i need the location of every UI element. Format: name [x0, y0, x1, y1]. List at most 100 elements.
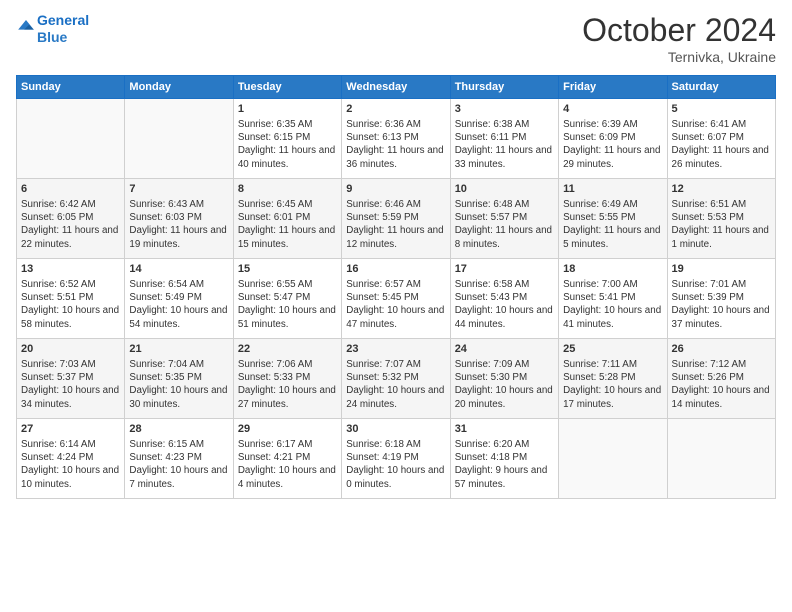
- day-number: 7: [129, 182, 228, 197]
- day-data: Sunrise: 6:18 AMSunset: 4:19 PMDaylight:…: [346, 438, 445, 491]
- day-number: 30: [346, 422, 445, 437]
- day-number: 8: [238, 182, 337, 197]
- day-number: 3: [455, 102, 554, 117]
- day-data: Sunrise: 6:55 AMSunset: 5:47 PMDaylight:…: [238, 278, 337, 331]
- logo-line1: General: [37, 12, 89, 28]
- calendar-week-4: 20Sunrise: 7:03 AMSunset: 5:37 PMDayligh…: [17, 339, 776, 419]
- weekday-header-friday: Friday: [559, 76, 667, 99]
- calendar-cell: 21Sunrise: 7:04 AMSunset: 5:35 PMDayligh…: [125, 339, 233, 419]
- day-number: 1: [238, 102, 337, 117]
- calendar-cell: 7Sunrise: 6:43 AMSunset: 6:03 PMDaylight…: [125, 179, 233, 259]
- calendar-table: SundayMondayTuesdayWednesdayThursdayFrid…: [16, 75, 776, 499]
- day-data: Sunrise: 7:06 AMSunset: 5:33 PMDaylight:…: [238, 358, 337, 411]
- calendar-cell: 11Sunrise: 6:49 AMSunset: 5:55 PMDayligh…: [559, 179, 667, 259]
- day-number: 2: [346, 102, 445, 117]
- day-data: Sunrise: 7:04 AMSunset: 5:35 PMDaylight:…: [129, 358, 228, 411]
- calendar-week-5: 27Sunrise: 6:14 AMSunset: 4:24 PMDayligh…: [17, 419, 776, 499]
- calendar-week-2: 6Sunrise: 6:42 AMSunset: 6:05 PMDaylight…: [17, 179, 776, 259]
- day-number: 20: [21, 342, 120, 357]
- day-data: Sunrise: 6:57 AMSunset: 5:45 PMDaylight:…: [346, 278, 445, 331]
- day-number: 6: [21, 182, 120, 197]
- calendar-cell: 20Sunrise: 7:03 AMSunset: 5:37 PMDayligh…: [17, 339, 125, 419]
- calendar-body: 1Sunrise: 6:35 AMSunset: 6:15 PMDaylight…: [17, 99, 776, 499]
- day-number: 26: [672, 342, 771, 357]
- day-data: Sunrise: 6:35 AMSunset: 6:15 PMDaylight:…: [238, 118, 337, 171]
- calendar-cell: [559, 419, 667, 499]
- day-data: Sunrise: 6:42 AMSunset: 6:05 PMDaylight:…: [21, 198, 120, 251]
- calendar-cell: 4Sunrise: 6:39 AMSunset: 6:09 PMDaylight…: [559, 99, 667, 179]
- calendar-cell: 19Sunrise: 7:01 AMSunset: 5:39 PMDayligh…: [667, 259, 775, 339]
- day-number: 16: [346, 262, 445, 277]
- day-number: 4: [563, 102, 662, 117]
- calendar-cell: 24Sunrise: 7:09 AMSunset: 5:30 PMDayligh…: [450, 339, 558, 419]
- day-data: Sunrise: 6:39 AMSunset: 6:09 PMDaylight:…: [563, 118, 662, 171]
- page: General Blue October 2024 Ternivka, Ukra…: [0, 0, 792, 612]
- day-data: Sunrise: 7:01 AMSunset: 5:39 PMDaylight:…: [672, 278, 771, 331]
- day-number: 27: [21, 422, 120, 437]
- logo-icon: [17, 17, 35, 35]
- day-number: 18: [563, 262, 662, 277]
- location-subtitle: Ternivka, Ukraine: [582, 49, 776, 65]
- calendar-cell: 6Sunrise: 6:42 AMSunset: 6:05 PMDaylight…: [17, 179, 125, 259]
- calendar-cell: 2Sunrise: 6:36 AMSunset: 6:13 PMDaylight…: [342, 99, 450, 179]
- weekday-header-monday: Monday: [125, 76, 233, 99]
- title-block: October 2024 Ternivka, Ukraine: [582, 12, 776, 65]
- day-data: Sunrise: 6:36 AMSunset: 6:13 PMDaylight:…: [346, 118, 445, 171]
- weekday-header-sunday: Sunday: [17, 76, 125, 99]
- logo-line2: Blue: [37, 29, 67, 45]
- calendar-cell: 12Sunrise: 6:51 AMSunset: 5:53 PMDayligh…: [667, 179, 775, 259]
- day-number: 25: [563, 342, 662, 357]
- calendar-cell: 29Sunrise: 6:17 AMSunset: 4:21 PMDayligh…: [233, 419, 341, 499]
- day-number: 31: [455, 422, 554, 437]
- day-data: Sunrise: 6:51 AMSunset: 5:53 PMDaylight:…: [672, 198, 771, 251]
- calendar-cell: 25Sunrise: 7:11 AMSunset: 5:28 PMDayligh…: [559, 339, 667, 419]
- weekday-header-wednesday: Wednesday: [342, 76, 450, 99]
- calendar-cell: 13Sunrise: 6:52 AMSunset: 5:51 PMDayligh…: [17, 259, 125, 339]
- calendar-cell: 1Sunrise: 6:35 AMSunset: 6:15 PMDaylight…: [233, 99, 341, 179]
- calendar-cell: 8Sunrise: 6:45 AMSunset: 6:01 PMDaylight…: [233, 179, 341, 259]
- calendar-cell: 15Sunrise: 6:55 AMSunset: 5:47 PMDayligh…: [233, 259, 341, 339]
- day-data: Sunrise: 7:11 AMSunset: 5:28 PMDaylight:…: [563, 358, 662, 411]
- day-number: 5: [672, 102, 771, 117]
- day-number: 29: [238, 422, 337, 437]
- calendar-cell: 28Sunrise: 6:15 AMSunset: 4:23 PMDayligh…: [125, 419, 233, 499]
- day-number: 21: [129, 342, 228, 357]
- calendar-week-1: 1Sunrise: 6:35 AMSunset: 6:15 PMDaylight…: [17, 99, 776, 179]
- calendar-cell: 5Sunrise: 6:41 AMSunset: 6:07 PMDaylight…: [667, 99, 775, 179]
- header: General Blue October 2024 Ternivka, Ukra…: [16, 12, 776, 65]
- day-data: Sunrise: 7:07 AMSunset: 5:32 PMDaylight:…: [346, 358, 445, 411]
- day-number: 14: [129, 262, 228, 277]
- calendar-cell: 31Sunrise: 6:20 AMSunset: 4:18 PMDayligh…: [450, 419, 558, 499]
- logo-text: General Blue: [37, 12, 89, 46]
- day-data: Sunrise: 6:15 AMSunset: 4:23 PMDaylight:…: [129, 438, 228, 491]
- month-title: October 2024: [582, 12, 776, 49]
- day-data: Sunrise: 6:20 AMSunset: 4:18 PMDaylight:…: [455, 438, 554, 491]
- day-data: Sunrise: 6:41 AMSunset: 6:07 PMDaylight:…: [672, 118, 771, 171]
- day-number: 19: [672, 262, 771, 277]
- day-data: Sunrise: 7:00 AMSunset: 5:41 PMDaylight:…: [563, 278, 662, 331]
- day-number: 23: [346, 342, 445, 357]
- day-data: Sunrise: 6:54 AMSunset: 5:49 PMDaylight:…: [129, 278, 228, 331]
- day-data: Sunrise: 7:12 AMSunset: 5:26 PMDaylight:…: [672, 358, 771, 411]
- calendar-cell: 22Sunrise: 7:06 AMSunset: 5:33 PMDayligh…: [233, 339, 341, 419]
- calendar-cell: 14Sunrise: 6:54 AMSunset: 5:49 PMDayligh…: [125, 259, 233, 339]
- calendar-cell: [17, 99, 125, 179]
- logo: General Blue: [16, 12, 89, 46]
- day-number: 22: [238, 342, 337, 357]
- day-data: Sunrise: 6:52 AMSunset: 5:51 PMDaylight:…: [21, 278, 120, 331]
- day-data: Sunrise: 6:48 AMSunset: 5:57 PMDaylight:…: [455, 198, 554, 251]
- day-number: 15: [238, 262, 337, 277]
- calendar-cell: 16Sunrise: 6:57 AMSunset: 5:45 PMDayligh…: [342, 259, 450, 339]
- calendar-cell: [667, 419, 775, 499]
- calendar-cell: 23Sunrise: 7:07 AMSunset: 5:32 PMDayligh…: [342, 339, 450, 419]
- calendar-cell: 10Sunrise: 6:48 AMSunset: 5:57 PMDayligh…: [450, 179, 558, 259]
- weekday-header-row: SundayMondayTuesdayWednesdayThursdayFrid…: [17, 76, 776, 99]
- day-data: Sunrise: 6:46 AMSunset: 5:59 PMDaylight:…: [346, 198, 445, 251]
- day-number: 9: [346, 182, 445, 197]
- day-data: Sunrise: 6:14 AMSunset: 4:24 PMDaylight:…: [21, 438, 120, 491]
- calendar-week-3: 13Sunrise: 6:52 AMSunset: 5:51 PMDayligh…: [17, 259, 776, 339]
- weekday-header-tuesday: Tuesday: [233, 76, 341, 99]
- weekday-header-thursday: Thursday: [450, 76, 558, 99]
- day-number: 28: [129, 422, 228, 437]
- calendar-cell: 3Sunrise: 6:38 AMSunset: 6:11 PMDaylight…: [450, 99, 558, 179]
